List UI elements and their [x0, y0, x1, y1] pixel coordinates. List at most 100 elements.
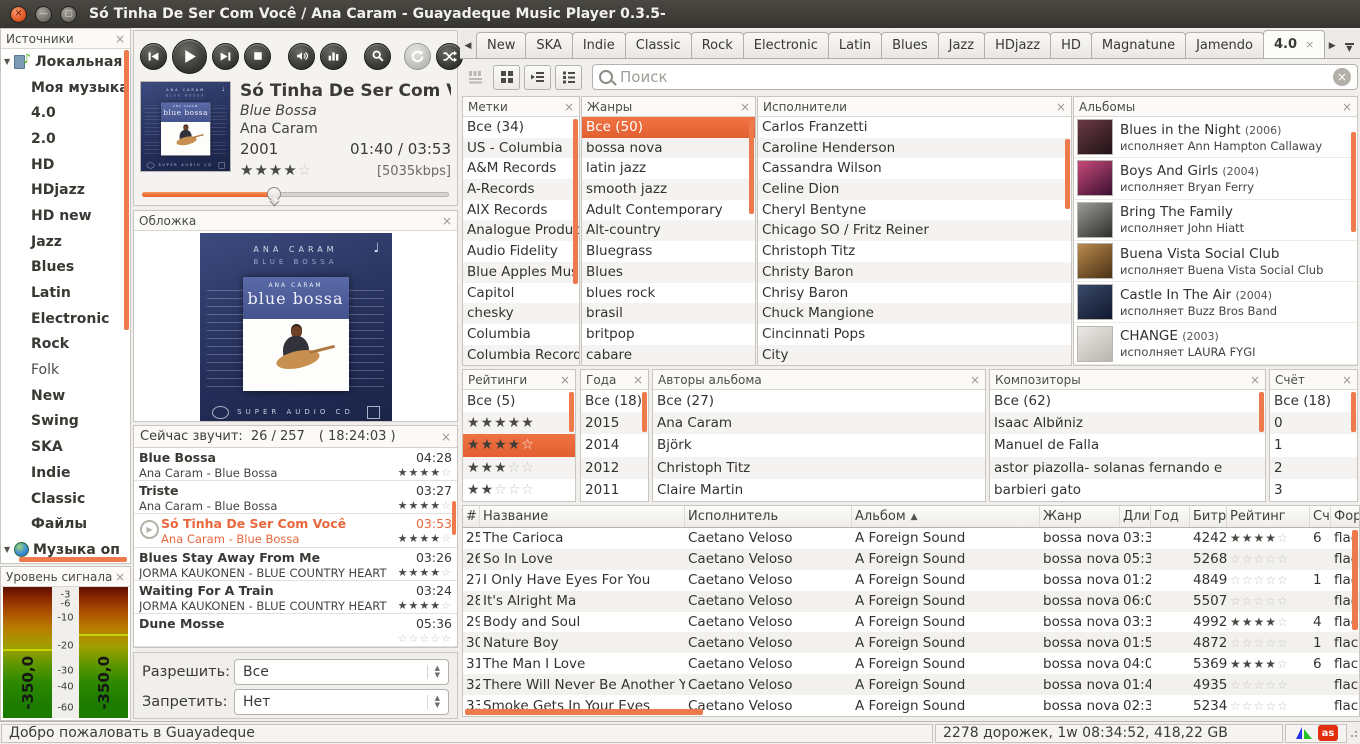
play-button[interactable] — [172, 39, 207, 74]
next-button[interactable] — [212, 43, 239, 70]
sources-horizontal-scrollbar[interactable] — [19, 557, 127, 562]
list-item[interactable]: Cassandra Wilson — [758, 158, 1071, 179]
list-item[interactable]: Все (62) — [990, 390, 1265, 412]
sidebar-item-jazz[interactable]: Jazz — [1, 229, 130, 255]
list-item[interactable]: 2015 — [581, 412, 648, 434]
table-horizontal-scrollbar[interactable] — [465, 709, 703, 715]
album-cover-art[interactable]: ANA CARAM BLUE BOSSA ♩ ANA CARAM blue bo… — [200, 233, 392, 421]
column-header-year[interactable]: Год — [1151, 506, 1190, 527]
sidebar-item-rock[interactable]: Rock — [1, 332, 130, 358]
allow-select[interactable]: Все ▲▼ — [234, 659, 449, 685]
sidebar-item-2-0[interactable]: 2.0 — [1, 126, 130, 152]
view-playlist-button[interactable] — [524, 65, 551, 90]
list-item[interactable]: 2014 — [581, 434, 648, 456]
view-grid-button[interactable] — [493, 65, 520, 90]
view-albums-button[interactable] — [462, 65, 489, 90]
list-item[interactable]: Christoph Titz — [758, 241, 1071, 262]
list-item[interactable]: Carlos Franzetti — [758, 117, 1071, 138]
list-item[interactable]: AIX Records — [463, 200, 579, 221]
deny-select[interactable]: Нет ▲▼ — [234, 689, 449, 715]
sidebar-item-файлы[interactable]: Файлы — [1, 511, 130, 537]
tabs-menu-icon[interactable]: ▼ — [1340, 43, 1358, 58]
playlist-track-row[interactable]: Blue BossaAna Caram - Blue Bossa04:28★★★… — [134, 448, 457, 481]
close-icon[interactable]: × — [560, 374, 570, 386]
window-maximize-button[interactable]: ▢ — [60, 6, 77, 23]
sidebar-item-hdjazz[interactable]: HDjazz — [1, 177, 130, 203]
close-icon[interactable]: × — [564, 101, 574, 113]
album-list-item[interactable]: Castle In The Air (2004)исполняет Buzz B… — [1074, 282, 1357, 323]
expander-icon[interactable]: ▼ — [1, 545, 14, 554]
list-item[interactable]: Caroline Henderson — [758, 138, 1071, 159]
tab-classic[interactable]: Classic — [625, 32, 692, 58]
table-row[interactable]: 32There Will Never Be Another YCaetano V… — [463, 674, 1359, 695]
list-item[interactable]: A&M Records — [463, 158, 579, 179]
list-item[interactable]: Capitol — [463, 283, 579, 304]
playlist-track-row[interactable]: Dune Mosse05:36☆☆☆☆☆ — [134, 614, 457, 647]
list-item[interactable]: Columbia Record — [463, 345, 579, 365]
list-item[interactable]: Cincinnati Pops — [758, 324, 1071, 345]
sidebar-item-latin[interactable]: Latin — [1, 280, 130, 306]
list-item[interactable]: chesky — [463, 303, 579, 324]
close-icon[interactable]: × — [1056, 101, 1066, 113]
list-item[interactable]: latin jazz — [582, 158, 755, 179]
list-item[interactable]: Ana Caram — [653, 412, 985, 434]
tab-electronic[interactable]: Electronic — [743, 32, 829, 58]
list-item[interactable]: Bluegrass — [582, 241, 755, 262]
equalizer-button[interactable] — [320, 43, 347, 70]
table-row[interactable]: 28It's Alright MaCaetano VelosoA Foreign… — [463, 591, 1359, 612]
table-row[interactable]: 27I Only Have Eyes For YouCaetano Veloso… — [463, 570, 1359, 591]
column-header-genre[interactable]: Жанр — [1040, 506, 1120, 527]
sidebar-item-hd-new[interactable]: HD new — [1, 203, 130, 229]
ratings-scrollbar[interactable] — [569, 392, 574, 432]
resize-grip[interactable] — [1348, 728, 1358, 738]
tab-close-icon[interactable]: × — [1305, 38, 1314, 51]
list-item[interactable]: Christoph Titz — [653, 457, 985, 479]
list-item[interactable]: Manuel de Falla — [990, 434, 1265, 456]
column-header-album[interactable]: Альбом▲ — [852, 506, 1040, 527]
stop-button[interactable] — [244, 43, 271, 70]
column-header-num[interactable]: # — [463, 506, 480, 527]
tab-latin[interactable]: Latin — [828, 32, 882, 58]
sidebar-item-swing[interactable]: Swing — [1, 409, 130, 435]
list-item[interactable]: astor piazolla- solanas fernando e — [990, 457, 1265, 479]
album-list-item[interactable]: Boys And Girls (2004)исполняет Bryan Fer… — [1074, 158, 1357, 199]
playcount-scrollbar[interactable] — [1351, 392, 1356, 432]
playlist-track-row[interactable]: Só Tinha De Ser Com VocêAna Caram - Blue… — [134, 514, 457, 547]
list-item[interactable]: Audio Fidelity — [463, 241, 579, 262]
sidebar-item-classic[interactable]: Classic — [1, 486, 130, 512]
list-item[interactable]: Все (34) — [463, 117, 579, 138]
tab-jamendo[interactable]: Jamendo — [1185, 32, 1264, 58]
close-icon[interactable]: × — [442, 215, 452, 227]
tab-active[interactable]: 4.0× — [1263, 30, 1325, 58]
list-item[interactable]: Все (50) — [582, 117, 755, 138]
smart-play-button[interactable] — [364, 43, 391, 70]
audio-levels-icon[interactable] — [1294, 725, 1314, 741]
current-track-thumbnail[interactable]: ANA CARAM BLUE BOSSA ♩ ANA CARAM blue bo… — [140, 81, 231, 172]
close-icon[interactable]: × — [740, 101, 750, 113]
shuffle-button[interactable] — [436, 43, 463, 70]
table-row[interactable]: 30Nature BoyCaetano VelosoA Foreign Soun… — [463, 632, 1359, 653]
list-item[interactable]: Adult Contemporary — [582, 200, 755, 221]
list-item[interactable]: 2 — [1270, 457, 1357, 479]
list-item[interactable]: Alt-country — [582, 220, 755, 241]
list-item[interactable]: Celine Dion — [758, 179, 1071, 200]
album-list-item[interactable]: CHANGE (2003)исполняет LAURA FYGI — [1074, 323, 1357, 364]
window-close-button[interactable]: ✕ — [10, 6, 27, 23]
list-item[interactable]: Blue Apples Musi — [463, 262, 579, 283]
spinner-arrows-icon[interactable]: ▲▼ — [427, 695, 440, 709]
list-item[interactable]: britpop — [582, 324, 755, 345]
sidebar-item-hd[interactable]: HD — [1, 152, 130, 178]
tab-hdjazz[interactable]: HDjazz — [984, 32, 1051, 58]
close-icon[interactable]: × — [1342, 101, 1352, 113]
list-item[interactable]: Cheryl Bentyne — [758, 200, 1071, 221]
album-list-item[interactable]: Bring The Family исполняет John Hiatt — [1074, 200, 1357, 241]
labels-scrollbar[interactable] — [573, 119, 578, 284]
list-item[interactable]: Chicago SO / Fritz Reiner — [758, 220, 1071, 241]
list-item[interactable]: 3 — [1270, 479, 1357, 501]
close-icon[interactable]: × — [115, 33, 125, 45]
column-header-rating[interactable]: Рейтинг — [1227, 506, 1310, 527]
search-input[interactable] — [620, 68, 1333, 86]
list-item[interactable]: Все (18) — [581, 390, 648, 412]
sidebar-item-new[interactable]: New — [1, 383, 130, 409]
list-item[interactable]: Все (5) — [463, 390, 575, 412]
